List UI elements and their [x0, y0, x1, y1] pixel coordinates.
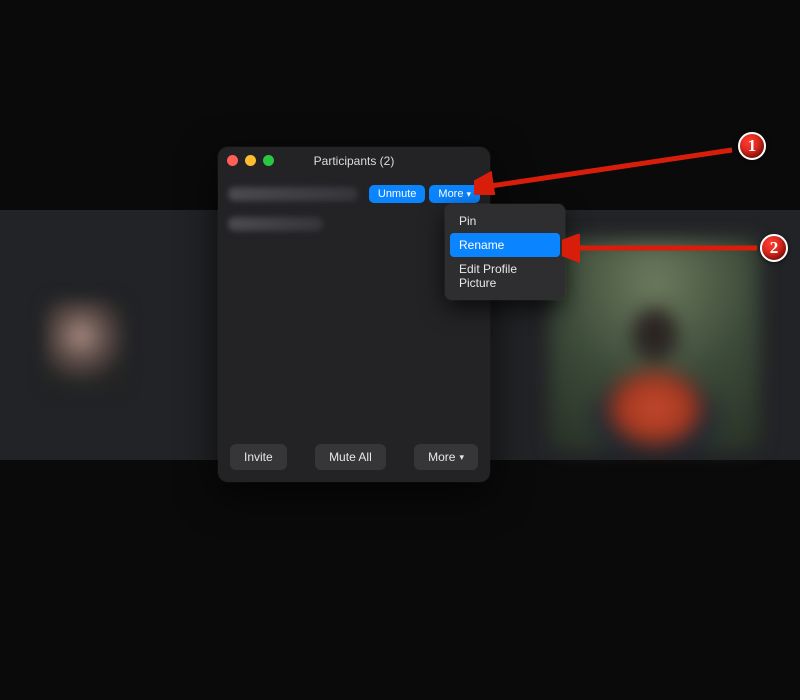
- unmute-button[interactable]: Unmute: [369, 185, 426, 203]
- chevron-down-icon: ▾: [459, 452, 464, 463]
- participant-name-redacted: [228, 217, 323, 231]
- minimize-icon[interactable]: [245, 155, 256, 166]
- menu-item-rename[interactable]: Rename: [450, 233, 560, 257]
- panel-title: Participants (2): [314, 152, 395, 168]
- chevron-down-icon: ▾: [466, 189, 471, 200]
- menu-item-pin[interactable]: Pin: [450, 209, 560, 233]
- participant-more-button[interactable]: More ▾: [429, 185, 480, 203]
- annotation-badge-2: 2: [760, 234, 788, 262]
- participant-row[interactable]: Unmute More ▾: [228, 179, 480, 209]
- panel-titlebar: Participants (2): [218, 147, 490, 173]
- maximize-icon[interactable]: [263, 155, 274, 166]
- participant-more-menu: Pin Rename Edit Profile Picture: [445, 204, 565, 300]
- invite-button[interactable]: Invite: [230, 444, 287, 470]
- invite-label: Invite: [244, 450, 273, 464]
- participant-row-actions: Unmute More ▾: [369, 185, 480, 203]
- participants-panel: Participants (2) Unmute More ▾ Invite Mu…: [218, 147, 490, 482]
- participant-row[interactable]: [228, 209, 480, 239]
- more-label: More: [438, 188, 463, 200]
- annotation-arrow-1: [474, 135, 754, 195]
- panel-more-button[interactable]: More ▾: [414, 444, 478, 470]
- participant-name-redacted: [228, 187, 358, 201]
- video-tile-remote[interactable]: [550, 240, 760, 450]
- more-label: More: [428, 450, 455, 464]
- window-controls: [227, 155, 274, 166]
- close-icon[interactable]: [227, 155, 238, 166]
- video-tile-self[interactable]: [45, 300, 125, 390]
- mute-all-label: Mute All: [329, 450, 372, 464]
- mute-all-button[interactable]: Mute All: [315, 444, 386, 470]
- annotation-badge-1: 1: [738, 132, 766, 160]
- panel-bottom-bar: Invite Mute All More ▾: [218, 434, 490, 482]
- unmute-label: Unmute: [378, 188, 417, 200]
- menu-item-edit-profile-picture[interactable]: Edit Profile Picture: [450, 257, 560, 295]
